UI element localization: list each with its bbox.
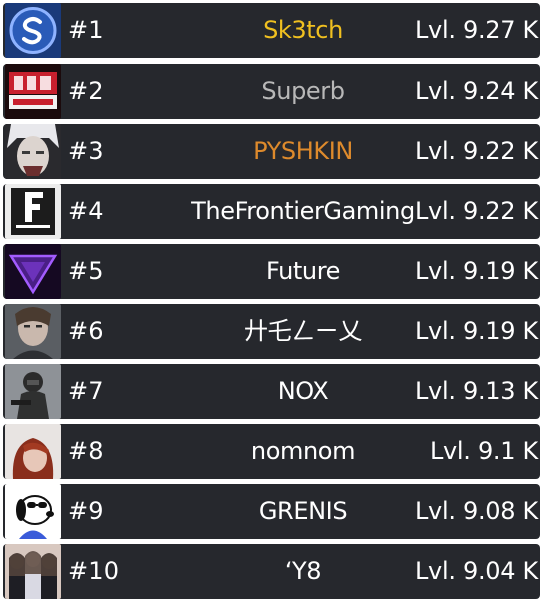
redhead-avatar-icon — [5, 424, 61, 479]
player-name: nomnom — [250, 437, 356, 465]
leaderboard: #1 Sk3tch Lvl. 9.27 K #2 Superb Lvl. 9.24 K … — [0, 0, 544, 604]
player-name: ‘Y8 — [284, 557, 322, 585]
rank-label: #1 — [68, 16, 104, 44]
rank-label: #3 — [68, 137, 104, 165]
player-name: NOX — [277, 377, 329, 405]
purple-triangle-icon — [5, 244, 61, 299]
rank-label: #6 — [68, 317, 104, 345]
player-level: Lvl. 9.1 K — [429, 437, 538, 465]
player-level: Lvl. 9.19 K — [414, 317, 538, 345]
leaderboard-row[interactable]: #8 nomnom Lvl. 9.1 K — [3, 424, 540, 479]
png-makoni-logo-icon — [5, 64, 61, 119]
player-name: GRENIS — [258, 497, 348, 525]
snoopy-avatar-icon — [5, 484, 61, 539]
portrait-avatar-icon — [5, 304, 61, 359]
s-logo-icon — [5, 3, 61, 58]
leaderboard-row[interactable]: #10 ‘Y8 Lvl. 9.04 K — [3, 544, 540, 599]
rank-label: #10 — [68, 557, 120, 585]
player-level: Lvl. 9.22 K — [414, 137, 538, 165]
player-name: 廾乇ㄥㄧ乂 — [244, 317, 362, 345]
player-level: Lvl. 9.24 K — [414, 77, 538, 105]
rank-label: #9 — [68, 497, 104, 525]
player-level: Lvl. 9.04 K — [414, 557, 538, 585]
player-name: TheFrontierGaming — [191, 197, 415, 225]
player-name: PYSHKIN — [253, 137, 353, 165]
rank-label: #7 — [68, 377, 104, 405]
player-name: Future — [265, 257, 341, 285]
leaderboard-row[interactable]: #5 Future Lvl. 9.19 K — [3, 244, 540, 299]
leaderboard-row[interactable]: #2 Superb Lvl. 9.24 K — [3, 64, 540, 119]
rank-label: #2 — [68, 77, 104, 105]
leaderboard-row[interactable]: #9 GRENIS Lvl. 9.08 K — [3, 484, 540, 539]
rank-label: #4 — [68, 197, 104, 225]
leaderboard-row[interactable]: #4 TheFrontierGaming Lvl. 9.22 K — [3, 184, 540, 239]
player-level: Lvl. 9.13 K — [414, 377, 538, 405]
leaderboard-row[interactable]: #3 PYSHKIN Lvl. 9.22 K — [3, 124, 540, 179]
player-name: Sk3tch — [263, 16, 343, 44]
player-level: Lvl. 9.27 K — [414, 16, 538, 44]
player-level: Lvl. 9.08 K — [414, 497, 538, 525]
frontier-logo-icon — [5, 184, 61, 239]
face-avatar-icon — [5, 124, 61, 179]
rank-label: #5 — [68, 257, 104, 285]
soldier-avatar-icon — [5, 364, 61, 419]
player-level: Lvl. 9.19 K — [414, 257, 538, 285]
group-photo-avatar-icon — [5, 544, 61, 599]
leaderboard-row[interactable]: #6 廾乇ㄥㄧ乂 Lvl. 9.19 K — [3, 304, 540, 359]
rank-label: #8 — [68, 437, 104, 465]
player-level: Lvl. 9.22 K — [414, 197, 538, 225]
leaderboard-row[interactable]: #7 NOX Lvl. 9.13 K — [3, 364, 540, 419]
leaderboard-row[interactable]: #1 Sk3tch Lvl. 9.27 K — [3, 3, 540, 58]
player-name: Superb — [261, 77, 345, 105]
